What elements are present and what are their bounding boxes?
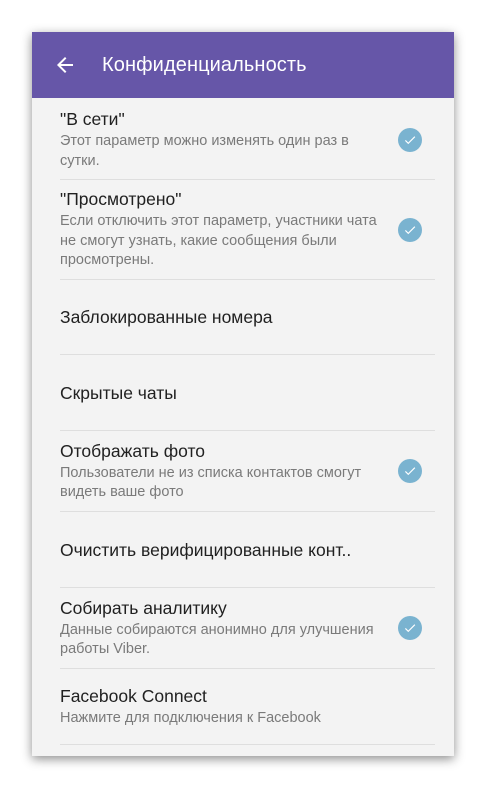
setting-collect-analytics[interactable]: Собирать аналитику Данные собираются ано…	[60, 588, 435, 669]
setting-title: "Просмотрено"	[60, 189, 182, 210]
checkbox-show-photo[interactable]	[398, 459, 422, 483]
check-icon	[403, 223, 417, 237]
setting-title: "В сети"	[60, 109, 125, 129]
checkbox-online-status[interactable]	[398, 127, 422, 152]
setting-facebook-connect[interactable]: Facebook Connect Нажмите для подключения…	[60, 669, 435, 745]
checkbox-collect-analytics[interactable]	[398, 616, 422, 640]
phone-screen: Конфиденциальность "В сети" Этот парамет…	[32, 32, 454, 756]
setting-seen-status[interactable]: "Просмотрено" Если отключить этот параме…	[60, 180, 435, 280]
checkbox-seen-status[interactable]	[398, 217, 422, 242]
setting-summary: Нажмите для подключения к Facebook	[60, 709, 321, 726]
setting-summary: Данные собираются анонимно для улучшения…	[60, 621, 374, 658]
setting-title: Скрытые чаты	[60, 382, 177, 403]
page-title: Конфиденциальность	[102, 53, 307, 76]
app-bar: Конфиденциальность	[32, 32, 454, 98]
setting-summary: Этот параметр можно изменять один раз в …	[60, 133, 349, 169]
setting-title: Собирать аналитику	[60, 597, 227, 618]
setting-blocked-numbers[interactable]: Заблокированные номера	[60, 280, 435, 355]
check-icon	[403, 621, 417, 635]
back-button[interactable]	[32, 32, 98, 98]
setting-online-status[interactable]: "В сети" Этот параметр можно изменять од…	[60, 98, 435, 180]
setting-summary: Если отключить этот параметр, участники …	[60, 213, 377, 269]
setting-title: Заблокированные номера	[60, 307, 273, 327]
arrow-left-icon	[53, 53, 77, 77]
setting-title: Facebook Connect	[60, 685, 207, 706]
setting-title: Отображать фото	[60, 440, 205, 461]
setting-hidden-chats[interactable]: Скрытые чаты	[60, 355, 435, 431]
check-icon	[403, 133, 417, 147]
setting-title: Очистить верифицированные конт..	[60, 539, 352, 560]
setting-clear-verified-contacts[interactable]: Очистить верифицированные конт..	[60, 512, 435, 588]
setting-summary: Пользователи не из списка контактов смог…	[60, 464, 362, 501]
check-icon	[403, 464, 417, 478]
settings-list: "В сети" Этот параметр можно изменять од…	[32, 98, 454, 745]
setting-show-photo[interactable]: Отображать фото Пользователи не из списк…	[60, 431, 435, 512]
